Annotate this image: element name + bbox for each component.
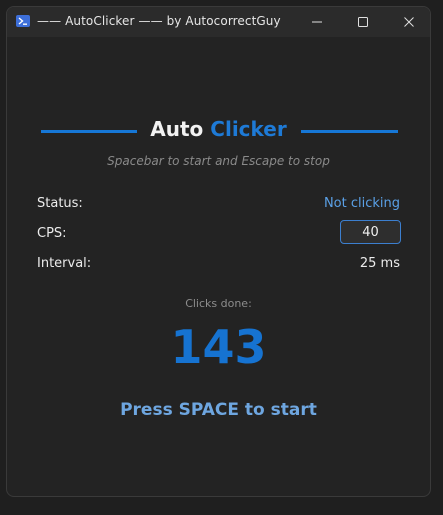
maximize-button[interactable] (340, 7, 386, 37)
start-prompt: Press SPACE to start (120, 400, 317, 420)
title-word-clicker: Clicker (210, 117, 287, 141)
clicks-done-caption: Clicks done: (185, 297, 252, 310)
minimize-button[interactable] (294, 7, 340, 37)
clicks-done-count: 143 (170, 320, 267, 374)
status-value: Not clicking (323, 196, 400, 211)
minimize-icon (312, 21, 322, 23)
title-word-auto: Auto (150, 117, 204, 141)
status-label: Status: (37, 196, 83, 211)
cps-label: CPS: (37, 226, 67, 241)
close-icon (404, 17, 414, 27)
close-button[interactable] (386, 7, 430, 37)
maximize-icon (358, 17, 368, 27)
terminal-app-icon (16, 15, 30, 27)
page-title: Auto Clicker (7, 117, 430, 141)
interval-value: 25 ms (359, 256, 400, 271)
window-title: —— AutoClicker —— by AutocorrectGuy (37, 14, 281, 28)
title-bar[interactable]: —— AutoClicker —— by AutocorrectGuy (7, 7, 430, 37)
app-window: —— AutoClicker —— by AutocorrectGuy Auto… (6, 6, 431, 497)
interval-label: Interval: (37, 256, 92, 271)
cps-input[interactable] (340, 220, 401, 244)
instructions-subtitle: Spacebar to start and Escape to stop (107, 154, 330, 168)
heading-rule-right (301, 130, 398, 133)
